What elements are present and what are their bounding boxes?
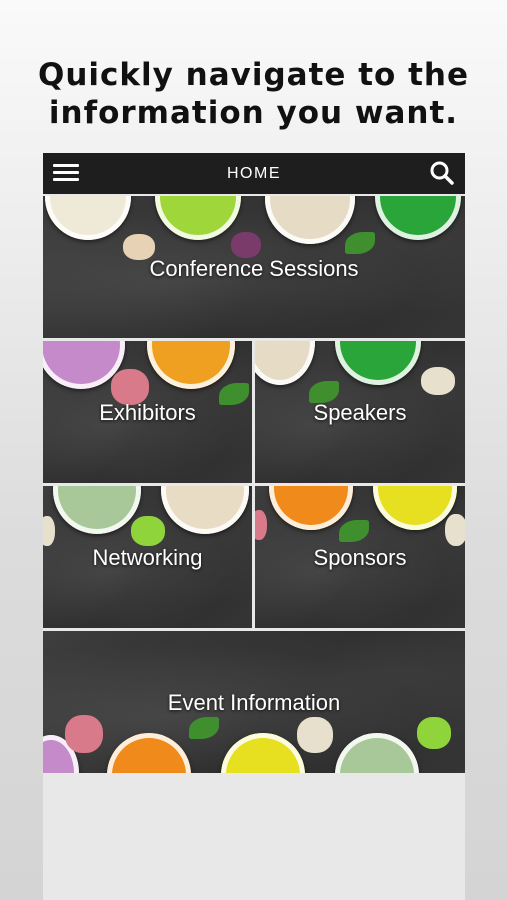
soup-bowl-image <box>373 486 457 530</box>
garnish-image <box>417 717 451 749</box>
tile-label: Speakers <box>313 400 407 425</box>
tile-label: Sponsors <box>313 545 407 570</box>
garnish-image <box>65 715 103 753</box>
soup-bowl-image <box>45 196 131 240</box>
soup-bowl-image <box>53 486 141 534</box>
garnish-image <box>131 516 165 546</box>
tile-label: Networking <box>92 545 203 570</box>
leaf-image <box>339 520 369 542</box>
tile-label: Conference Sessions <box>149 256 359 281</box>
tile-speakers[interactable]: Speakers <box>255 341 465 483</box>
leaf-image <box>345 232 375 254</box>
tile-exhibitors[interactable]: Exhibitors <box>43 341 252 483</box>
page-title: HOME <box>227 165 281 182</box>
tile-event-information[interactable]: Event Information <box>43 631 465 773</box>
soup-bowl-image <box>265 196 355 244</box>
soup-bowl-image <box>221 733 305 773</box>
garnish-image <box>421 367 455 395</box>
search-icon[interactable] <box>429 160 455 186</box>
soup-bowl-image <box>155 196 241 240</box>
tile-networking[interactable]: Networking <box>43 486 252 628</box>
soup-bowl-image <box>107 733 191 773</box>
soup-bowl-image <box>375 196 461 240</box>
leaf-image <box>189 717 219 739</box>
garnish-image <box>231 232 261 258</box>
tile-label: Event Information <box>167 690 341 715</box>
garnish-image <box>297 717 333 753</box>
tile-sponsors[interactable]: Sponsors <box>255 486 465 628</box>
promo-headline: Quickly navigate to the information you … <box>0 56 507 132</box>
app-screen: HOME Conference Sessions Exhibitors Spea… <box>43 153 465 900</box>
garnish-image <box>255 510 267 540</box>
top-navigation-bar: HOME <box>43 153 465 194</box>
soup-bowl-image <box>147 341 235 389</box>
soup-bowl-image <box>335 341 421 385</box>
promo-headline-line1: Quickly navigate to the <box>37 57 470 93</box>
soup-bowl-image <box>161 486 249 534</box>
soup-bowl-image <box>335 733 419 773</box>
garnish-image <box>43 516 55 546</box>
soup-bowl-image <box>269 486 353 530</box>
promo-headline-line2: information you want. <box>48 95 459 131</box>
tile-label: Exhibitors <box>99 400 196 425</box>
garnish-image <box>445 514 465 546</box>
soup-bowl-image <box>255 341 315 385</box>
tile-conference-sessions[interactable]: Conference Sessions <box>43 196 465 338</box>
